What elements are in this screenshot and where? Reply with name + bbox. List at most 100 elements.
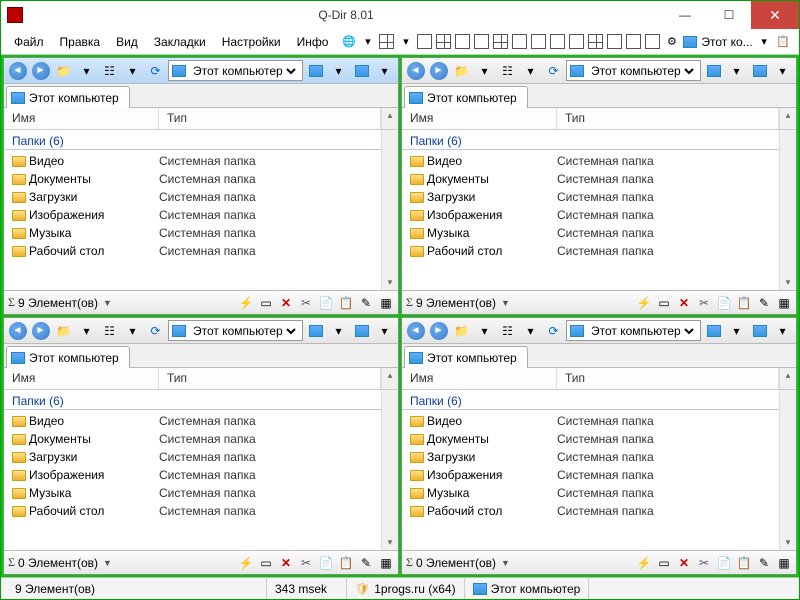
forward-button[interactable]: ► [30,60,51,82]
scroll-up-icon[interactable]: ▴ [388,368,393,383]
header-type[interactable]: Тип [159,108,381,129]
tree-dropdown[interactable]: ▾ [374,320,395,342]
copy-icon[interactable]: 📄 [716,295,732,311]
globe-icon[interactable]: 🌐 [341,34,356,49]
list-item[interactable]: Изображения Системная папка [4,206,381,224]
history-button[interactable]: ▾ [76,60,97,82]
tab-this-pc[interactable]: Этот компьютер [6,86,130,108]
path-select[interactable]: Этот компьютер [189,63,299,79]
file-list[interactable]: Папки (6) Видео Системная папка Документ… [4,390,381,550]
up-button[interactable]: 📁 [451,320,472,342]
list-item[interactable]: Документы Системная папка [402,430,779,448]
dropdown-icon[interactable]: ▼ [103,558,112,568]
copy-icon[interactable]: 📄 [318,555,334,571]
paste-icon[interactable]: 📋 [338,555,354,571]
dropdown-icon[interactable]: ▼ [501,298,510,308]
list-item[interactable]: Документы Системная папка [4,430,381,448]
list-item[interactable]: Музыка Системная папка [402,484,779,502]
tree-dropdown[interactable]: ▾ [374,60,395,82]
view-button[interactable]: ☷ [497,320,518,342]
list-item[interactable]: Рабочий стол Системная папка [402,242,779,260]
copy-icon[interactable]: 📄 [716,555,732,571]
tree-dropdown[interactable]: ▾ [772,320,793,342]
cut-icon[interactable]: ✂ [298,555,314,571]
tool-icon[interactable]: 📋 [776,34,791,49]
group-header[interactable]: Папки (6) [4,132,381,150]
view-dropdown[interactable]: ▾ [520,320,541,342]
scroll-down-icon[interactable]: ▾ [388,535,393,550]
scroll-down-icon[interactable]: ▾ [786,275,791,290]
menu-settings[interactable]: Настройки [215,32,288,52]
history-button[interactable]: ▾ [474,320,495,342]
file-list[interactable]: Папки (6) Видео Системная папка Документ… [4,130,381,290]
folder-minus-icon[interactable]: ▭ [258,555,274,571]
monitor-button[interactable] [703,60,724,82]
path-select[interactable]: Этот компьютер [587,63,697,79]
tab-this-pc[interactable]: Этот компьютер [404,346,528,368]
scroll-up-icon[interactable]: ▴ [786,368,791,383]
tree-dropdown[interactable]: ▾ [772,60,793,82]
back-button[interactable]: ◄ [405,320,426,342]
edit-icon[interactable]: ✎ [358,295,374,311]
layout-icon[interactable] [550,34,565,49]
delete-icon[interactable]: ✕ [676,555,692,571]
edit-icon[interactable]: ✎ [358,555,374,571]
tab-this-pc[interactable]: Этот компьютер [404,86,528,108]
layout-icon[interactable] [626,34,641,49]
list-item[interactable]: Изображения Системная папка [402,466,779,484]
layout-icon[interactable] [512,34,527,49]
address-bar[interactable]: Этот компьютер [168,320,303,341]
scrollbar[interactable]: ▾ [381,130,398,290]
scrollbar[interactable]: ▾ [381,390,398,550]
layout-icon[interactable] [455,34,470,49]
menu-view[interactable]: Вид [109,32,145,52]
address-bar[interactable]: Этот компьютер [168,60,303,81]
scrollbar[interactable]: ▾ [779,390,796,550]
folder-minus-icon[interactable]: ▭ [656,295,672,311]
list-item[interactable]: Документы Системная папка [402,170,779,188]
monitor-button[interactable] [305,60,326,82]
back-button[interactable]: ◄ [7,320,28,342]
edit-icon[interactable]: ✎ [756,295,772,311]
layout-icon[interactable] [417,34,432,49]
address-bar[interactable]: Этот компьютер [566,60,701,81]
cut-icon[interactable]: ✂ [696,295,712,311]
list-item[interactable]: Изображения Системная папка [402,206,779,224]
list-item[interactable]: Загрузки Системная папка [4,188,381,206]
header-name[interactable]: Имя [402,108,557,129]
scroll-down-icon[interactable]: ▾ [786,535,791,550]
path-select[interactable]: Этот компьютер [587,323,697,339]
list-item[interactable]: Документы Системная папка [4,170,381,188]
layout-icon[interactable] [607,34,622,49]
folder-minus-icon[interactable]: ▭ [656,555,672,571]
list-item[interactable]: Видео Системная папка [4,152,381,170]
dropdown-icon[interactable]: ▼ [103,298,112,308]
tree-button[interactable] [749,320,770,342]
tree-button[interactable] [351,320,372,342]
delete-icon[interactable]: ✕ [278,295,294,311]
list-item[interactable]: Загрузки Системная папка [402,188,779,206]
view-button[interactable]: ☷ [99,60,120,82]
grid-icon[interactable]: ▦ [378,555,394,571]
paste-icon[interactable]: 📋 [736,295,752,311]
tab-this-pc[interactable]: Этот компьютер [6,346,130,368]
tree-button[interactable] [351,60,372,82]
file-list[interactable]: Папки (6) Видео Системная папка Документ… [402,390,779,550]
dropdown-icon[interactable]: ▾ [757,34,772,49]
layout-icon[interactable] [474,34,489,49]
monitor-dropdown[interactable]: ▾ [726,320,747,342]
view-button[interactable]: ☷ [497,60,518,82]
history-button[interactable]: ▾ [474,60,495,82]
layout-4-icon[interactable] [379,34,394,49]
grid-icon[interactable]: ▦ [776,555,792,571]
monitor-dropdown[interactable]: ▾ [328,60,349,82]
lightning-icon[interactable]: ⚡ [636,295,652,311]
edit-icon[interactable]: ✎ [756,555,772,571]
menu-edit[interactable]: Правка [53,32,108,52]
path-select[interactable]: Этот компьютер [189,323,299,339]
delete-icon[interactable]: ✕ [676,295,692,311]
layout-icon[interactable] [645,34,660,49]
paste-icon[interactable]: 📋 [736,555,752,571]
copy-icon[interactable]: 📄 [318,295,334,311]
folder-minus-icon[interactable]: ▭ [258,295,274,311]
